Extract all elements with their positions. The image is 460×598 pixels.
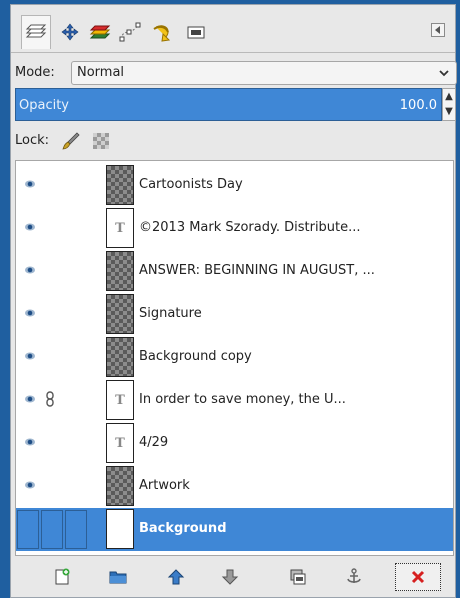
layer-thumbnail[interactable]: T bbox=[106, 380, 134, 420]
duplicate-layer-button[interactable] bbox=[283, 563, 313, 591]
layer-row[interactable]: Signature bbox=[16, 293, 453, 336]
new-layer-group-icon bbox=[109, 571, 127, 584]
mode-select[interactable]: Normal bbox=[71, 61, 457, 85]
lower-layer-button[interactable] bbox=[215, 563, 245, 591]
paths-icon bbox=[89, 25, 111, 39]
images-icon bbox=[187, 26, 205, 39]
tab-undo[interactable] bbox=[147, 17, 177, 47]
lock-label: Lock: bbox=[15, 133, 50, 148]
layer-name[interactable]: Background copy bbox=[139, 349, 252, 364]
spin-up-icon[interactable]: ▲ bbox=[443, 89, 455, 104]
layer-name[interactable]: Artwork bbox=[139, 478, 190, 493]
new-layer-button[interactable] bbox=[47, 563, 77, 591]
raise-layer-icon bbox=[167, 569, 185, 585]
visibility-eye-icon[interactable] bbox=[24, 479, 36, 491]
layer-row[interactable]: T 4/29 bbox=[16, 422, 453, 465]
layer-list: Cartoonists Day T ©2013 Mark Szorady. Dist… bbox=[15, 160, 454, 556]
lower-layer-icon bbox=[221, 569, 239, 585]
text-layer-icon: T bbox=[115, 435, 125, 451]
mode-label: Mode: bbox=[15, 65, 55, 80]
anchor-layer-button[interactable] bbox=[339, 563, 369, 591]
configure-tab-icon[interactable] bbox=[431, 23, 445, 37]
text-layer-icon: T bbox=[115, 220, 125, 236]
lock-pixels-icon[interactable] bbox=[61, 131, 81, 151]
tab-layers[interactable] bbox=[21, 15, 51, 49]
new-layer-group-button[interactable] bbox=[103, 563, 133, 591]
channels-icon bbox=[61, 23, 79, 41]
opacity-slider[interactable]: Opacity 100.0 bbox=[15, 88, 442, 121]
layer-row[interactable]: Background bbox=[16, 508, 453, 551]
layer-name[interactable]: Background bbox=[139, 521, 227, 536]
undo-icon bbox=[153, 25, 171, 42]
delete-layer-button[interactable] bbox=[395, 563, 441, 591]
layer-row[interactable]: T In order to save money, the U... bbox=[16, 379, 453, 422]
opacity-spin-buttons[interactable]: ▲ ▼ bbox=[442, 88, 456, 121]
layer-name[interactable]: Cartoonists Day bbox=[139, 177, 243, 192]
chain-link-icon[interactable] bbox=[44, 391, 56, 407]
layers-icon bbox=[25, 24, 47, 37]
duplicate-layer-icon bbox=[290, 569, 306, 585]
opacity-label: Opacity bbox=[19, 98, 70, 113]
layer-name[interactable]: ©2013 Mark Szorady. Distribute... bbox=[139, 220, 361, 235]
tab-channels[interactable] bbox=[55, 17, 85, 47]
raise-layer-button[interactable] bbox=[161, 563, 191, 591]
delete-layer-icon bbox=[411, 570, 425, 584]
layer-thumbnail[interactable] bbox=[106, 337, 134, 377]
mode-row: Mode: Normal bbox=[11, 61, 457, 85]
layer-name[interactable]: Signature bbox=[139, 306, 202, 321]
visibility-eye-icon[interactable] bbox=[24, 350, 36, 362]
layer-thumbnail[interactable] bbox=[106, 165, 134, 205]
visibility-eye-icon[interactable] bbox=[24, 264, 36, 276]
layer-thumbnail[interactable] bbox=[106, 509, 134, 549]
layer-name[interactable]: ANSWER: BEGINNING IN AUGUST, ... bbox=[139, 263, 375, 278]
visibility-eye-icon[interactable] bbox=[24, 393, 36, 405]
text-layer-icon: T bbox=[115, 392, 125, 408]
layers-dialog: Mode: Normal Opacity 100.0 ▲ ▼ Lock: Car… bbox=[10, 4, 457, 598]
spin-down-icon[interactable]: ▼ bbox=[443, 104, 455, 119]
opacity-value: 100.0 bbox=[399, 98, 437, 113]
layer-row[interactable]: Artwork bbox=[16, 465, 453, 508]
layer-name[interactable]: 4/29 bbox=[139, 435, 168, 450]
visibility-eye-icon[interactable] bbox=[24, 221, 36, 233]
visibility-eye-icon[interactable] bbox=[24, 436, 36, 448]
chevron-down-icon bbox=[439, 70, 449, 77]
layer-thumbnail[interactable] bbox=[106, 466, 134, 506]
layer-row[interactable]: Cartoonists Day bbox=[16, 164, 453, 207]
layer-thumbnail[interactable]: T bbox=[106, 423, 134, 463]
layer-row[interactable]: T ©2013 Mark Szorady. Distribute... bbox=[16, 207, 453, 250]
dock-tabs bbox=[11, 5, 455, 53]
lock-alpha-icon[interactable] bbox=[93, 133, 109, 149]
visibility-eye-icon[interactable] bbox=[24, 178, 36, 190]
tab-divider bbox=[11, 52, 455, 53]
layer-cell[interactable] bbox=[65, 510, 87, 549]
layer-cell[interactable] bbox=[41, 510, 63, 549]
layer-toolbar bbox=[11, 561, 455, 593]
tab-paths[interactable] bbox=[85, 17, 115, 47]
mode-value: Normal bbox=[77, 65, 125, 80]
tab-undo-history[interactable] bbox=[115, 17, 145, 47]
visibility-eye-icon[interactable] bbox=[24, 307, 36, 319]
layer-name[interactable]: In order to save money, the U... bbox=[139, 392, 346, 407]
undo-history-icon bbox=[119, 22, 141, 42]
layer-cell[interactable] bbox=[17, 510, 39, 549]
layer-thumbnail[interactable] bbox=[106, 251, 134, 291]
layer-row[interactable]: Background copy bbox=[16, 336, 453, 379]
layer-thumbnail[interactable]: T bbox=[106, 208, 134, 248]
layer-row[interactable]: ANSWER: BEGINNING IN AUGUST, ... bbox=[16, 250, 453, 293]
layer-thumbnail[interactable] bbox=[106, 294, 134, 334]
tab-images[interactable] bbox=[181, 17, 211, 47]
anchor-layer-icon bbox=[347, 568, 361, 583]
new-layer-icon bbox=[55, 568, 70, 585]
lock-row: Lock: bbox=[11, 131, 211, 151]
